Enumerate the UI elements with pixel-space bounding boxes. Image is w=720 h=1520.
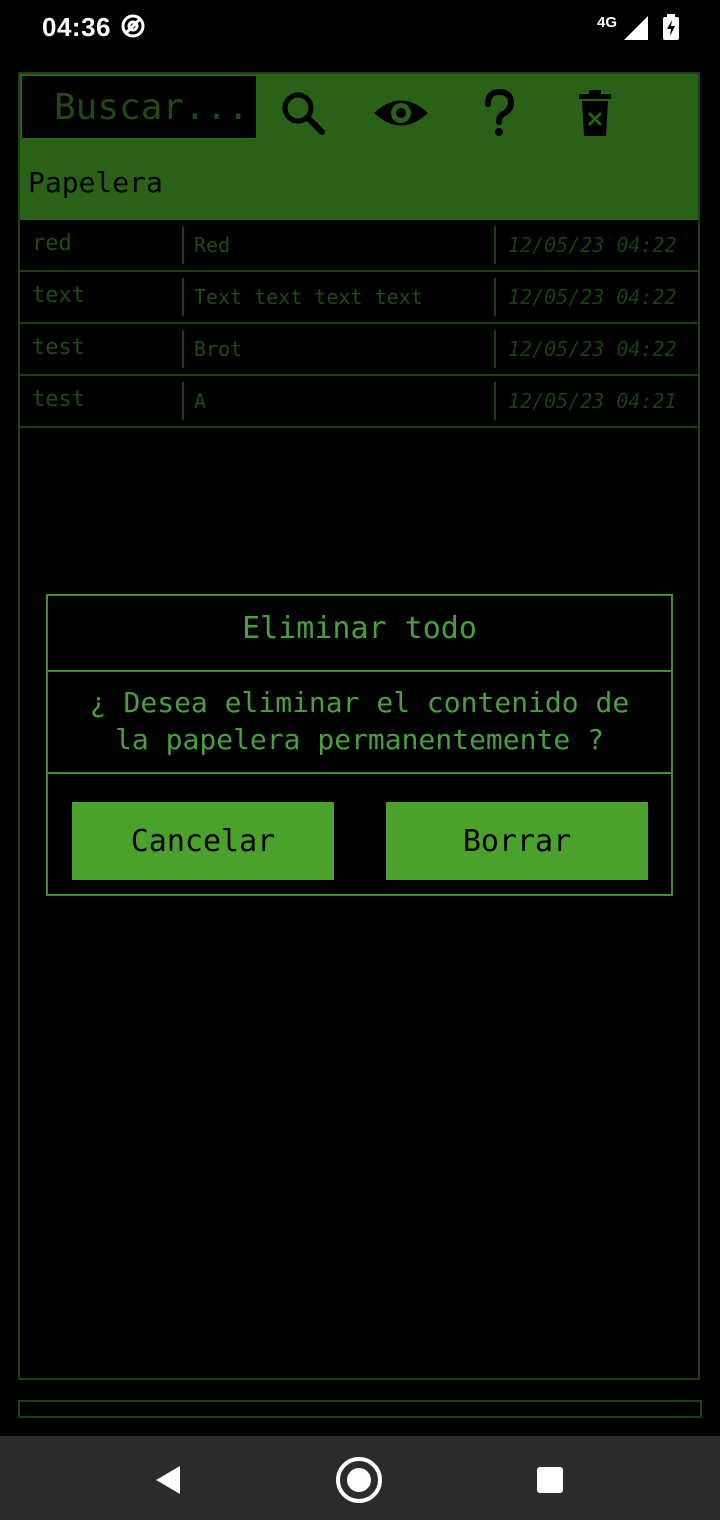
section-title: Papelera — [28, 166, 163, 199]
status-time: 04:36 — [42, 12, 111, 42]
item-date: 12/05/23 04:22 — [494, 226, 698, 264]
toolbar: Papelera — [20, 74, 698, 220]
item-date: 12/05/23 04:22 — [494, 330, 698, 368]
delete-button[interactable]: Borrar — [386, 802, 648, 880]
at-sign-icon — [121, 14, 145, 38]
dialog-message-line2: la papelera permanentemente ? — [115, 723, 604, 756]
item-content: Red — [182, 226, 492, 264]
network-type: 4G — [597, 14, 618, 31]
search-box[interactable] — [22, 76, 256, 138]
search-icon[interactable] — [278, 88, 328, 138]
item-name: red — [32, 231, 72, 256]
item-name: test — [32, 335, 85, 360]
list-item[interactable]: text Text text text text 12/05/23 04:22 — [20, 272, 698, 324]
eye-icon[interactable] — [372, 88, 430, 138]
item-name: test — [32, 387, 85, 412]
item-date: 12/05/23 04:22 — [494, 278, 698, 316]
home-icon[interactable] — [335, 1456, 383, 1504]
search-input[interactable] — [22, 76, 256, 138]
list-item[interactable]: test A 12/05/23 04:21 — [20, 376, 698, 428]
cancel-button[interactable]: Cancelar — [72, 802, 334, 880]
dialog-message-line1: ¿ Desea eliminar el contenido de — [89, 686, 630, 719]
signal-icon — [624, 16, 648, 40]
recents-icon[interactable] — [526, 1456, 574, 1504]
item-content: A — [182, 382, 492, 420]
dialog-message: ¿ Desea eliminar el contenido de la pape… — [48, 672, 671, 774]
help-icon[interactable] — [474, 88, 524, 138]
navigation-bar — [0, 1436, 720, 1520]
list-item[interactable]: test Brot 12/05/23 04:22 — [20, 324, 698, 376]
battery-charging-icon — [663, 14, 679, 40]
status-bar: 04:36 4G — [0, 0, 720, 56]
item-content: Text text text text — [182, 278, 492, 316]
trash-icon[interactable] — [570, 88, 620, 138]
trash-list: red Red 12/05/23 04:22 text Text text te… — [20, 220, 698, 428]
confirm-dialog: Eliminar todo ¿ Desea eliminar el conten… — [46, 594, 673, 896]
footer-bar — [18, 1400, 702, 1418]
item-date: 12/05/23 04:21 — [494, 382, 698, 420]
back-icon[interactable] — [144, 1456, 192, 1504]
list-item[interactable]: red Red 12/05/23 04:22 — [20, 220, 698, 272]
item-name: text — [32, 283, 85, 308]
dialog-title: Eliminar todo — [48, 596, 671, 672]
item-content: Brot — [182, 330, 492, 368]
